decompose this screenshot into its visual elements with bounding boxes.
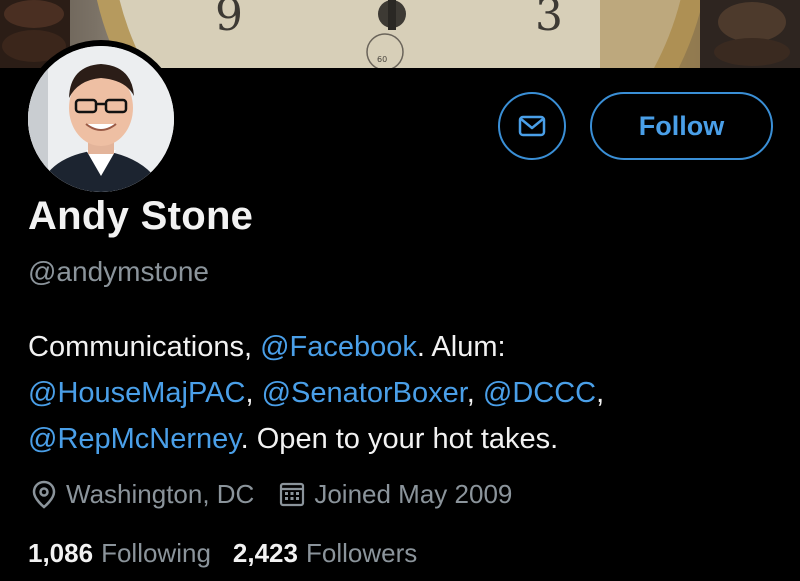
bio-text: ,: [596, 377, 605, 409]
message-button[interactable]: [498, 92, 566, 160]
bio-text: ,: [245, 377, 262, 409]
bio-text: Communications,: [28, 331, 261, 363]
svg-text:60: 60: [377, 55, 387, 64]
profile-meta: Washington, DC Joined May 2009: [30, 476, 512, 512]
following-count: 1,086: [28, 538, 94, 568]
profile-handle: @andymstone: [28, 256, 209, 287]
mention-link-senatorboxer[interactable]: @SenatorBoxer: [262, 377, 467, 409]
location-pin-icon: [32, 480, 56, 509]
mention-link-facebook[interactable]: @Facebook: [260, 331, 417, 363]
mention-link-repmcnerney[interactable]: @RepMcNerney: [28, 423, 241, 455]
profile-name: Andy Stone: [28, 194, 254, 238]
followers-label: Followers: [305, 538, 418, 568]
envelope-icon: [518, 115, 546, 137]
following-label: Following: [101, 538, 211, 568]
bio-text: . Open to your hot takes.: [240, 423, 559, 455]
svg-text:3: 3: [535, 0, 563, 41]
location-text: Washington, DC: [66, 478, 255, 509]
follow-button[interactable]: Follow: [590, 92, 773, 160]
following-link[interactable]: 1,086 Following: [28, 538, 211, 569]
svg-text:9: 9: [215, 0, 243, 41]
avatar[interactable]: [28, 46, 174, 192]
joined-text: Joined May 2009: [314, 478, 513, 509]
mention-link-dccc[interactable]: @DCCC: [483, 377, 596, 409]
follow-stats: 1,086 Following 2,423 Followers: [28, 538, 417, 569]
profile-bio: Communications, @Facebook. Alum: @HouseM…: [28, 324, 778, 462]
bio-text: . Alum:: [416, 331, 506, 363]
bio-text: ,: [466, 377, 483, 409]
location-item: Washington, DC: [30, 479, 254, 510]
followers-link[interactable]: 2,423 Followers: [233, 538, 417, 569]
followers-count: 2,423: [232, 538, 298, 568]
joined-item: Joined May 2009: [278, 479, 512, 510]
mention-link-housemajpac[interactable]: @HouseMajPAC: [28, 377, 245, 409]
avatar-frame[interactable]: [22, 40, 180, 198]
calendar-icon: [280, 482, 305, 507]
